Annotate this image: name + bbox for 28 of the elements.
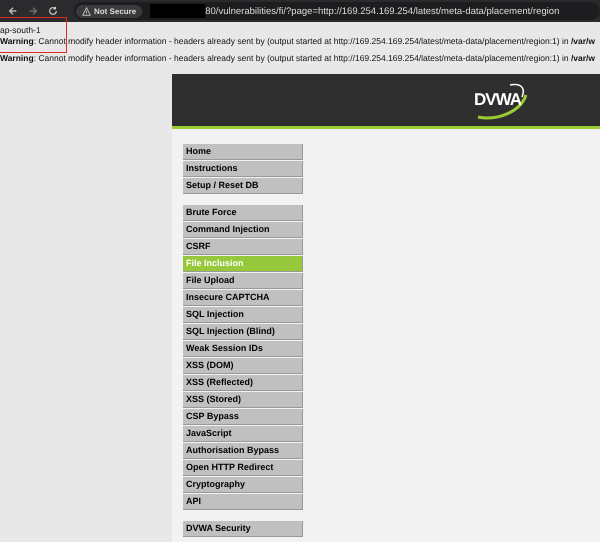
menu-item[interactable]: Open HTTP Redirect [183, 460, 303, 476]
menu-item[interactable]: Cryptography [183, 477, 303, 493]
menu-item[interactable]: API [183, 494, 303, 510]
menu-item[interactable]: JavaScript [183, 426, 303, 442]
security-chip[interactable]: Not Secure [76, 4, 142, 18]
menu-item[interactable]: Command Injection [183, 222, 303, 238]
menu-item[interactable]: Instructions [183, 161, 303, 177]
menu-item[interactable]: SQL Injection (Blind) [183, 324, 303, 340]
menu-item[interactable]: CSRF [183, 239, 303, 255]
menu-item[interactable]: CSP Bypass [183, 409, 303, 425]
menu-item[interactable]: Home [183, 144, 303, 160]
menu-item[interactable]: Insecure CAPTCHA [183, 290, 303, 306]
menu-item[interactable]: File Upload [183, 273, 303, 289]
menu-item[interactable]: SQL Injection [183, 307, 303, 323]
menu-item[interactable]: DVWA Security [183, 521, 303, 537]
menu-item[interactable]: XSS (DOM) [183, 358, 303, 374]
address-bar[interactable]: Not Secure 80/vulnerabilities/fi/?page=http://169.254.169.254/latest/meta-data/placement/region [74, 2, 600, 20]
menu-item[interactable]: Weak Session IDs [183, 341, 303, 357]
output-text: ap-south-1 [0, 25, 42, 36]
logo: DVWA [468, 78, 532, 124]
menu-item[interactable]: Authorisation Bypass [183, 443, 303, 459]
warning-message: Warning: Cannot modify header information - headers already sent by (output started at http://169.254.169.254/latest/meta-data/placement/region:1) in /var/w [0, 36, 596, 47]
menu-item[interactable]: XSS (Stored) [183, 392, 303, 408]
url-text: 80/vulnerabilities/fi/?page=http://169.254.169.254/latest/meta-data/placement/region [205, 6, 560, 16]
menu-item[interactable]: XSS (Reflected) [183, 375, 303, 391]
warning-message: Warning: Cannot modify header information - headers already sent by (output started at http://169.254.169.254/latest/meta-data/placement/region:1) in /var/w [0, 53, 596, 64]
menu-item[interactable]: Brute Force [183, 205, 303, 221]
menu-item[interactable]: Setup / Reset DB [183, 178, 303, 194]
